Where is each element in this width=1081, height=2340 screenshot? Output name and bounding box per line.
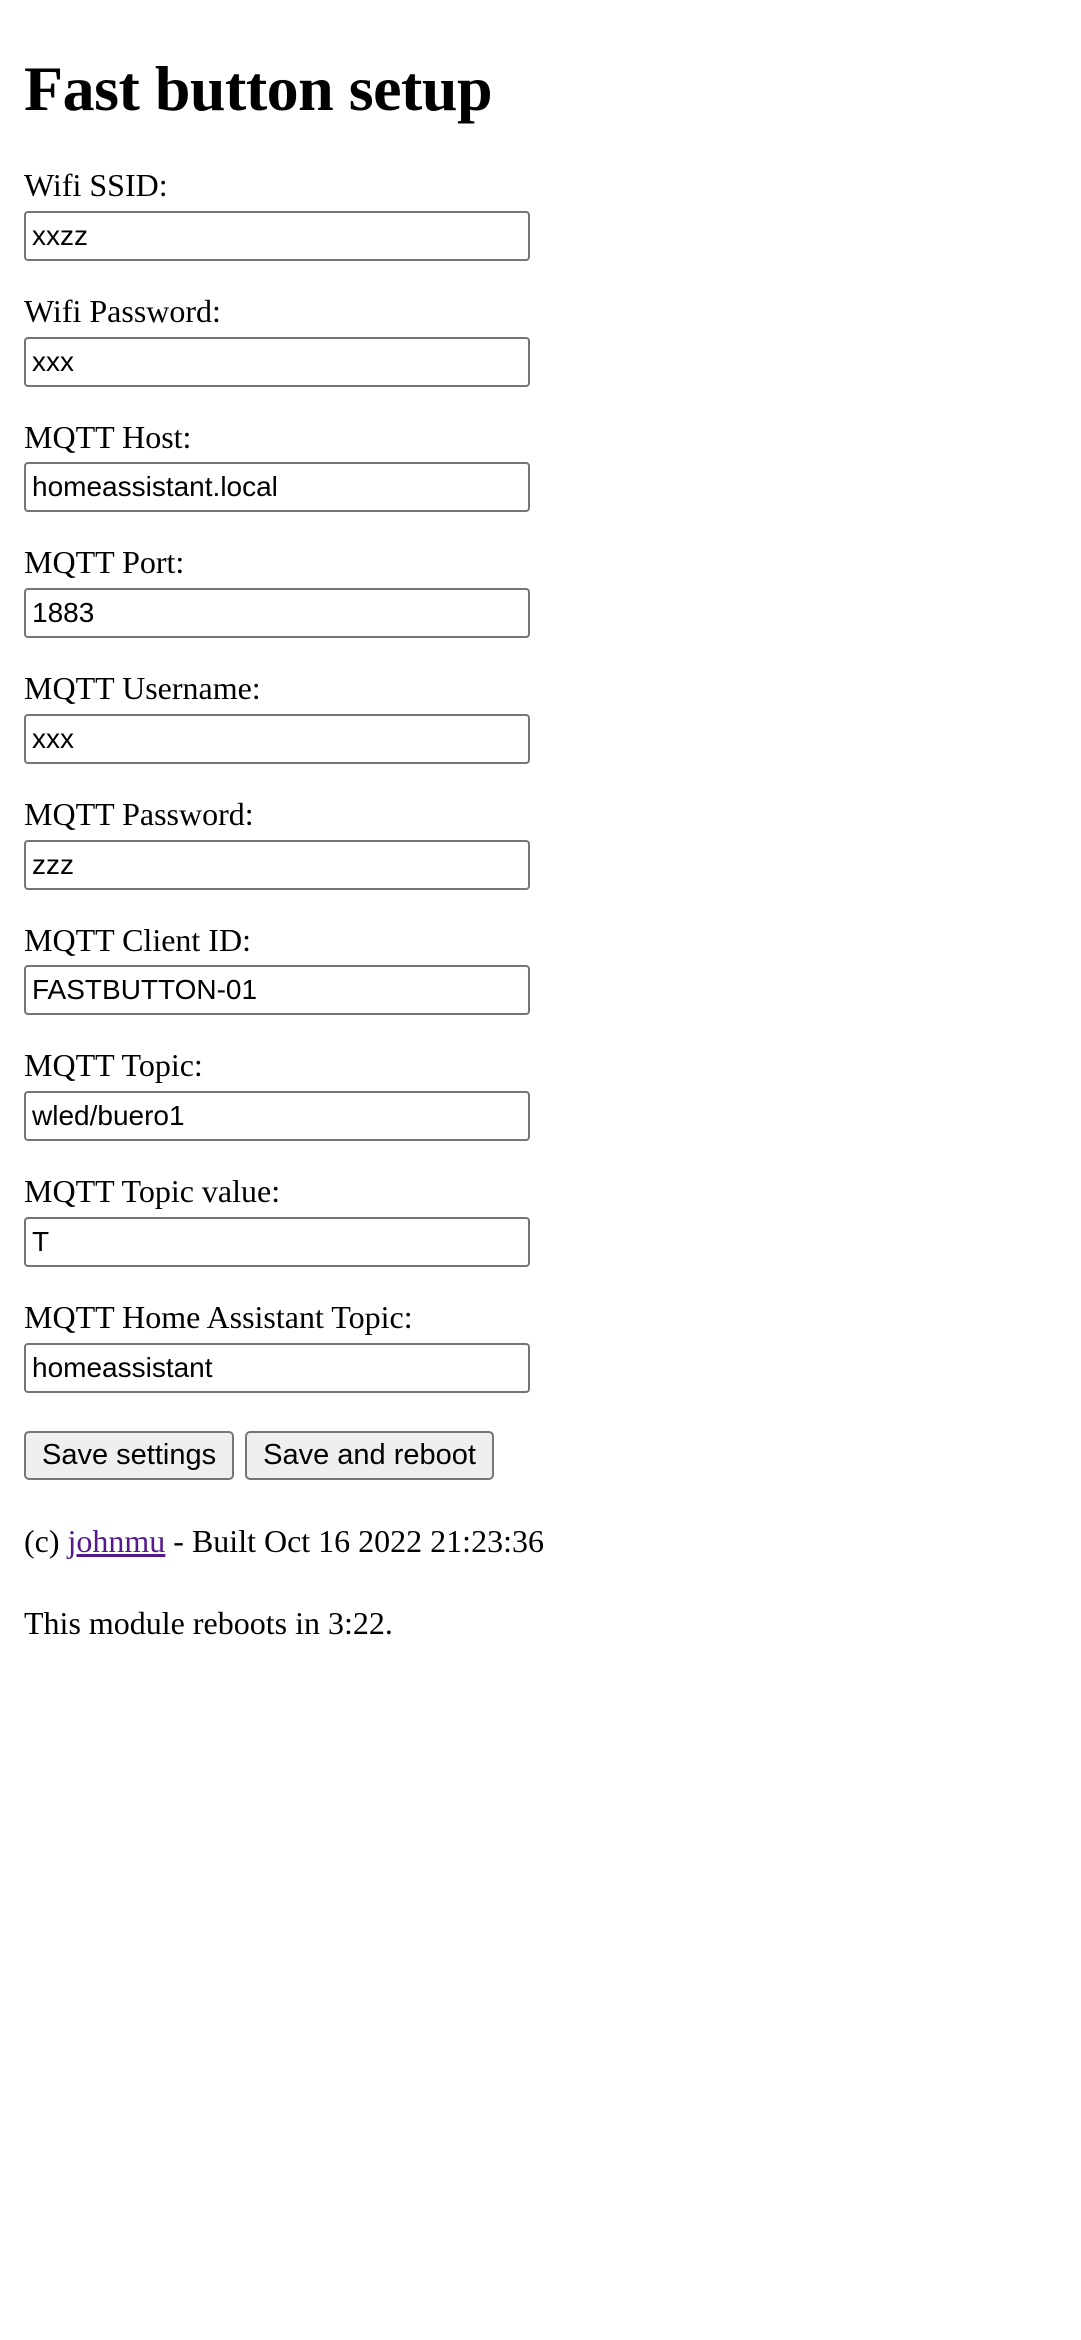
input-mqtt-home-assistant-topic[interactable] — [24, 1342, 530, 1393]
field-mqtt-password: MQTT Password: — [24, 796, 1057, 890]
label-mqtt-port: MQTT Port: — [24, 544, 185, 581]
save-settings-button[interactable]: Save settings — [24, 1430, 235, 1480]
label-mqtt-host: MQTT Host: — [24, 418, 192, 455]
field-mqtt-home-assistant-topic: MQTT Home Assistant Topic: — [24, 1299, 1057, 1393]
input-mqtt-password[interactable] — [24, 839, 530, 890]
field-wifi-ssid: Wifi SSID: — [24, 167, 1057, 261]
field-mqtt-client-id: MQTT Client ID: — [24, 922, 1057, 1016]
label-wifi-ssid: Wifi SSID: — [24, 167, 168, 204]
setup-page: Fast button setup Wifi SSID: Wifi Passwo… — [0, 0, 1081, 1642]
button-row: Save settings Save and reboot — [24, 1430, 1057, 1480]
copyright-prefix: (c) — [24, 1522, 68, 1559]
save-and-reboot-button[interactable]: Save and reboot — [245, 1430, 494, 1480]
author-link[interactable]: johnmu — [68, 1523, 166, 1559]
field-mqtt-topic: MQTT Topic: — [24, 1047, 1057, 1142]
input-mqtt-topic[interactable] — [24, 1091, 530, 1142]
input-mqtt-client-id[interactable] — [24, 965, 530, 1016]
input-wifi-password[interactable] — [24, 336, 530, 387]
label-wifi-password: Wifi Password: — [24, 292, 221, 329]
field-mqtt-topic-value: MQTT Topic value: — [24, 1173, 1057, 1267]
label-mqtt-home-assistant-topic: MQTT Home Assistant Topic: — [24, 1298, 413, 1335]
page-title: Fast button setup — [24, 53, 493, 124]
label-mqtt-username: MQTT Username: — [24, 670, 261, 707]
field-mqtt-host: MQTT Host: — [24, 419, 1057, 513]
label-mqtt-password: MQTT Password: — [24, 795, 254, 832]
field-wifi-password: Wifi Password: — [24, 293, 1057, 387]
input-mqtt-port[interactable] — [24, 588, 530, 639]
input-mqtt-host[interactable] — [24, 462, 530, 513]
fast-button-setup-form: Wifi SSID: Wifi Password: MQTT Host: MQT… — [24, 167, 1057, 1480]
label-mqtt-client-id: MQTT Client ID: — [24, 921, 251, 958]
label-mqtt-topic: MQTT Topic: — [24, 1047, 203, 1084]
field-mqtt-username: MQTT Username: — [24, 670, 1057, 764]
input-mqtt-topic-value[interactable] — [24, 1216, 530, 1267]
label-mqtt-topic-value: MQTT Topic value: — [24, 1173, 281, 1210]
reboot-notice: This module reboots in 3:22. — [24, 1605, 393, 1641]
input-mqtt-username[interactable] — [24, 713, 530, 764]
input-wifi-ssid[interactable] — [24, 210, 530, 261]
field-mqtt-port: MQTT Port: — [24, 544, 1057, 639]
footer-credit: (c) johnmu - Built Oct 16 2022 21:23:36 — [24, 1522, 1057, 1560]
build-info: - Built Oct 16 2022 21:23:36 — [165, 1522, 544, 1559]
